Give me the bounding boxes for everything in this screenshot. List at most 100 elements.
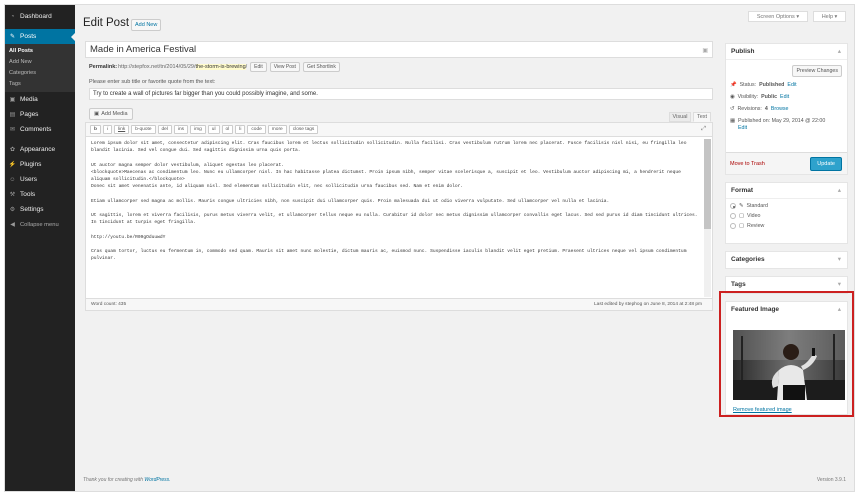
menu-label: Dashboard [20, 13, 52, 20]
page-title: Edit Post [83, 17, 130, 29]
qt-bold-button[interactable]: b [90, 125, 101, 134]
caret-icon[interactable]: ▾ [838, 252, 841, 268]
qt-bquote-button[interactable]: b-quote [131, 125, 156, 134]
calendar-icon: ▦ [730, 118, 736, 124]
revisions-browse-link[interactable]: Browse [771, 106, 789, 112]
revisions-row: ↺ Revisions: 4 Browse [726, 106, 847, 112]
quicktags-toolbar: b i link b-quote del ins img ul ol li co… [86, 123, 712, 137]
published-on-text: Published on: May 29, 2014 @ 22:00 [738, 118, 826, 124]
view-post-button[interactable]: View Post [269, 62, 300, 72]
qt-del-button[interactable]: del [157, 125, 172, 134]
submenu-add-new[interactable]: Add New [5, 57, 75, 68]
categories-header[interactable]: Categories ▾ [726, 252, 847, 268]
status-label: Status: [739, 82, 757, 88]
menu-tools[interactable]: ⚒ Tools [5, 187, 75, 202]
submenu-all-posts[interactable]: All Posts [5, 46, 75, 57]
settings-icon: ⚙ [9, 207, 16, 213]
menu-appearance[interactable]: ✿ Appearance [5, 142, 75, 157]
tab-visual[interactable]: Visual [669, 112, 691, 122]
visibility-label: Visibility: [737, 94, 759, 100]
qt-ins-button[interactable]: ins [173, 125, 189, 134]
caret-icon[interactable]: ▴ [838, 44, 841, 60]
post-title-input[interactable]: Made in America Festival ▣ [85, 41, 713, 58]
footer-version: Version 3.9.1 [816, 477, 846, 483]
menu-settings[interactable]: ⚙ Settings [5, 202, 75, 217]
admin-sidebar: ◔ Dashboard ✎ Posts All Posts Add New Cate… [5, 5, 75, 491]
add-new-button[interactable]: Add New [131, 19, 162, 31]
format-option-standard[interactable]: ✎ Standard [726, 203, 847, 209]
get-shortlink-button[interactable]: Get Shortlink [302, 62, 340, 72]
subtitle-input[interactable]: Try to create a wall of pictures far big… [89, 88, 713, 100]
screen-options-tab[interactable]: Screen Options ▾ [748, 11, 808, 22]
review-icon: ▢ [739, 223, 745, 229]
submenu-categories[interactable]: Categories [5, 68, 75, 79]
menu-dashboard[interactable]: ◔ Dashboard [5, 9, 75, 24]
radio-button[interactable] [730, 203, 736, 209]
status-row: 📌 Status: Published Edit [726, 82, 847, 88]
tags-title: Tags [731, 281, 746, 288]
revisions-icon: ↺ [730, 106, 735, 112]
add-media-button[interactable]: ▣ Add Media [89, 108, 133, 120]
published-edit-link[interactable]: Edit [738, 125, 747, 131]
menu-pages[interactable]: ▤ Pages [5, 107, 75, 122]
media-icon: ▣ [94, 111, 100, 117]
content-paragraph: Cras quam tortor, luctus eu fermentum in… [91, 248, 687, 262]
dashboard-icon: ◔ [10, 13, 15, 20]
qt-img-button[interactable]: img [190, 125, 206, 134]
main-content: Screen Options ▾ Help ▾ Edit Post Add Ne… [75, 5, 854, 491]
format-title: Format [731, 187, 754, 194]
menu-collapse[interactable]: ◀ Collapse menu [5, 217, 75, 232]
wordpress-link[interactable]: WordPress. [144, 477, 170, 483]
categories-box: Categories ▾ [725, 251, 848, 269]
revisions-count: 4 [764, 106, 768, 112]
collapse-icon: ◀ [10, 222, 15, 228]
toggle-icon[interactable]: ▣ [702, 45, 708, 57]
format-option-label: Video [747, 213, 761, 219]
publish-title: Publish [731, 48, 755, 55]
editor-scrollbar[interactable] [704, 139, 711, 297]
menu-comments[interactable]: ✉ Comments [5, 122, 75, 137]
qt-li-button[interactable]: li [235, 125, 246, 134]
visibility-row: ◉ Visibility: Public Edit [726, 94, 847, 100]
move-to-trash-link[interactable]: Move to Trash [730, 161, 765, 167]
publish-header[interactable]: Publish ▴ [726, 44, 847, 60]
scroll-thumb[interactable] [704, 139, 711, 229]
qt-italic-button[interactable]: i [102, 125, 113, 134]
menu-posts[interactable]: ✎ Posts [5, 29, 75, 44]
footer-credit: Thank you for creating with WordPress. [83, 477, 171, 483]
content-paragraph: http://youtu.be/R09gOduuwdY [91, 234, 166, 240]
help-tab[interactable]: Help ▾ [813, 11, 846, 22]
update-button[interactable]: Update [810, 157, 842, 171]
tab-text[interactable]: Text [693, 112, 711, 122]
word-count: Word count: 435 [91, 302, 127, 307]
qt-code-button[interactable]: code [247, 125, 266, 134]
menu-label: Collapse menu [20, 221, 59, 228]
comments-icon: ✉ [9, 127, 16, 133]
caret-icon[interactable]: ▴ [838, 183, 841, 199]
menu-media[interactable]: ▣ Media [5, 92, 75, 107]
editor-textarea[interactable]: Lorem ipsum dolor sit amet, consectetur … [86, 137, 712, 299]
format-option-review[interactable]: ▢ Review [726, 223, 847, 229]
format-option-video[interactable]: ▢ Video [726, 213, 847, 219]
qt-link-button[interactable]: link [114, 125, 130, 134]
status-edit-link[interactable]: Edit [787, 82, 796, 88]
preview-changes-button[interactable]: Preview Changes [792, 65, 842, 77]
post-title-value: Made in America Festival [90, 44, 197, 55]
menu-users[interactable]: ☺ Users [5, 172, 75, 187]
visibility-edit-link[interactable]: Edit [780, 94, 789, 100]
content-paragraph: Etiam ullamcorper sed magna ac mollis. M… [91, 198, 610, 204]
qt-close-tags-button[interactable]: close tags [288, 125, 319, 134]
permalink-slug[interactable]: the-storm-is-brewing [195, 64, 246, 70]
qt-ul-button[interactable]: ul [207, 125, 220, 134]
fullscreen-icon[interactable]: ⤢ [701, 126, 706, 133]
radio-button[interactable] [730, 223, 736, 229]
format-header[interactable]: Format ▴ [726, 183, 847, 199]
radio-button[interactable] [730, 213, 736, 219]
posts-submenu: All Posts Add New Categories Tags [5, 44, 75, 92]
permalink-edit-button[interactable]: Edit [250, 62, 267, 72]
menu-plugins[interactable]: ⚡ Plugins [5, 157, 75, 172]
qt-more-button[interactable]: more [267, 125, 287, 134]
permalink-label: Permalink: [89, 64, 118, 70]
submenu-tags[interactable]: Tags [5, 79, 75, 90]
qt-ol-button[interactable]: ol [221, 125, 234, 134]
